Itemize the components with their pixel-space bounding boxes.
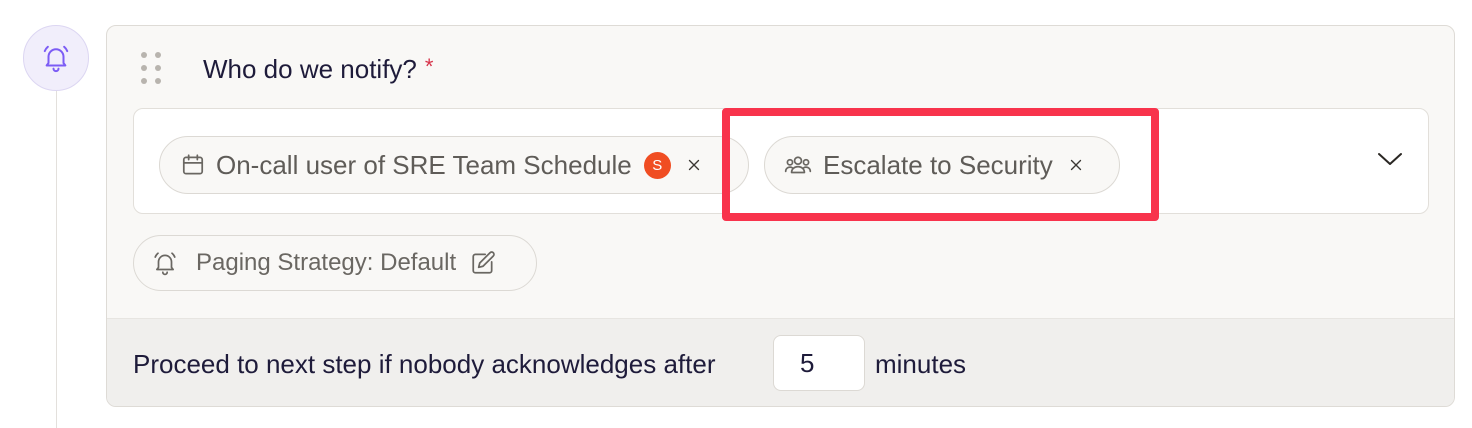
highlight-annotation-box <box>722 108 1159 221</box>
bell-ringing-icon <box>152 250 178 276</box>
timeline-line <box>56 90 57 428</box>
target-chip-label: On-call user of SRE Team Schedule <box>216 149 632 180</box>
target-chip-schedule[interactable]: On-call user of SRE Team Schedule S <box>159 136 749 194</box>
minutes-label: minutes <box>875 349 967 379</box>
calendar-icon <box>180 152 206 178</box>
notify-question-heading: Who do we notify? * <box>203 54 433 85</box>
remove-chip-close-icon[interactable] <box>685 156 703 174</box>
paging-strategy-button[interactable]: Paging Strategy: Default <box>133 235 537 291</box>
chevron-down-icon[interactable] <box>1376 149 1404 174</box>
paging-strategy-label: Paging Strategy: Default <box>196 249 457 276</box>
edit-pencil-icon <box>470 250 496 276</box>
proceed-timeout-row: Proceed to next step if nobody acknowled… <box>107 318 1454 406</box>
drag-handle-icon[interactable] <box>141 52 161 86</box>
proceed-prefix-text: Proceed to next step if nobody acknowled… <box>133 349 716 379</box>
avatar: S <box>643 151 671 179</box>
question-text: Who do we notify? <box>203 54 417 84</box>
timeline-bell-badge <box>23 25 89 91</box>
timeout-minutes-input[interactable] <box>773 335 865 391</box>
escalation-policy-page: Who do we notify? * On-call user of SRE T… <box>0 0 1472 428</box>
bell-ringing-icon <box>43 45 69 73</box>
required-asterisk: * <box>424 54 434 79</box>
